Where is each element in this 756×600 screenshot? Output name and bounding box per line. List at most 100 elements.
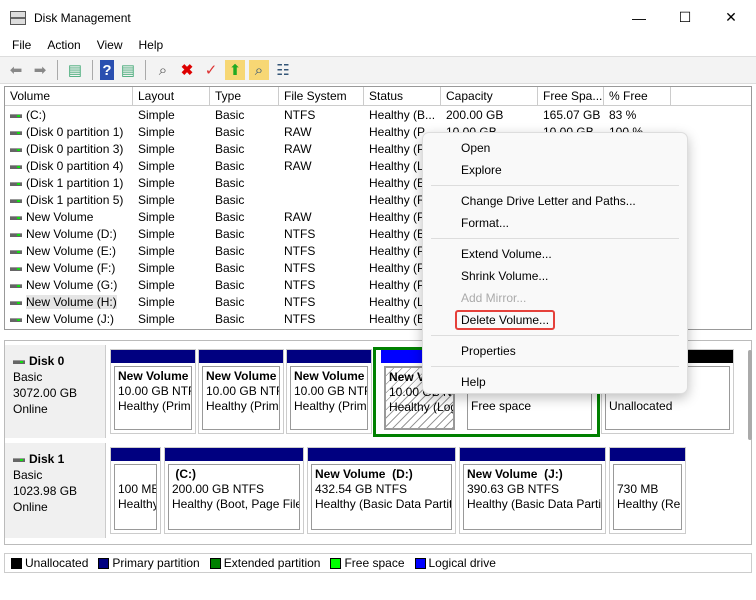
- console-tree-icon[interactable]: ▤: [65, 60, 85, 80]
- cell-text: Healthy (B...: [369, 108, 436, 122]
- drive-icon: [10, 249, 22, 254]
- scrollbar[interactable]: [748, 350, 752, 440]
- legend-label: Primary partition: [112, 556, 200, 570]
- partition-status: Healthy (Basic Data Partiti: [315, 497, 452, 511]
- cell-fs: RAW: [279, 141, 364, 158]
- cell-pct: 83 %: [604, 107, 671, 124]
- menu-item-delete-volume[interactable]: Delete Volume...: [423, 309, 687, 331]
- partition-block[interactable]: New Volume10.00 GB NTFSHealthy (Prim: [198, 349, 284, 434]
- partition-title: New Volume: [118, 369, 189, 383]
- cell-text: Simple: [138, 193, 175, 207]
- column-header-0[interactable]: Volume: [5, 87, 133, 106]
- cell-layout: Simple: [133, 141, 210, 158]
- cell-text: Basic: [215, 159, 245, 173]
- back-icon[interactable]: ⬅: [6, 60, 26, 80]
- cell-text: Healthy (P: [369, 142, 426, 156]
- partition-info: New Volume10.00 GB NTFSHealthy (Prim: [202, 366, 280, 430]
- cell-text: Basic: [215, 261, 245, 275]
- cell-text: Simple: [138, 261, 175, 275]
- action-pane-icon[interactable]: ▤: [118, 60, 138, 80]
- cell-layout: Simple: [133, 311, 210, 328]
- search-icon[interactable]: ⌕: [249, 60, 269, 80]
- legend-item: Logical drive: [414, 556, 496, 570]
- maximize-button[interactable]: ☐: [662, 0, 708, 35]
- column-header-5[interactable]: Capacity: [441, 87, 538, 106]
- partition-title: New Volume: [294, 369, 365, 383]
- properties-icon[interactable]: ☷: [273, 60, 293, 80]
- menu-item-explore[interactable]: Explore: [423, 159, 687, 181]
- toolbar: ⬅ ➡ ▤ ? ▤ ⌕ ✖ ✓ ⬆ ⌕ ☷: [0, 56, 756, 84]
- column-header-2[interactable]: Type: [210, 87, 279, 106]
- title-bar: Disk Management — ☐ ✕: [0, 0, 756, 35]
- table-row[interactable]: (C:) Simple Basic NTFS Healthy (B... 200.00 G…: [5, 107, 751, 124]
- cell-text: Basic: [215, 312, 245, 326]
- cell-name: (C:): [5, 107, 133, 124]
- menu-action[interactable]: Action: [39, 38, 88, 52]
- disk-name-text: Disk 1: [29, 452, 65, 466]
- column-header-6[interactable]: Free Spa...: [538, 87, 604, 106]
- partition-block[interactable]: (C:) 200.00 GB NTFS Healthy (Boot, Page Fi…: [164, 447, 304, 534]
- cell-text: RAW: [284, 210, 312, 224]
- legend-item: Unallocated: [11, 556, 88, 570]
- cell-text: Simple: [138, 278, 175, 292]
- minimize-button[interactable]: —: [616, 0, 662, 35]
- disk-label[interactable]: Disk 1 Basic 1023.98 GB Online: [5, 443, 106, 538]
- partition-block[interactable]: New Volume (D:) 432.54 GB NTFS Healthy (Ba…: [307, 447, 456, 534]
- drive-icon: [10, 317, 22, 322]
- menu-view[interactable]: View: [89, 38, 131, 52]
- check-icon[interactable]: ✓: [201, 60, 221, 80]
- menu-item-open[interactable]: Open: [423, 137, 687, 159]
- drive-icon: [10, 147, 22, 152]
- partition-color-bar: [111, 350, 195, 363]
- menu-item-shrink-volume[interactable]: Shrink Volume...: [423, 265, 687, 287]
- disk-management-icon: [10, 10, 26, 25]
- column-header-1[interactable]: Layout: [133, 87, 210, 106]
- column-header-4[interactable]: Status: [364, 87, 441, 106]
- partition-block[interactable]: New Volume (J:) 390.63 GB NTFS Healthy (Ba…: [459, 447, 606, 534]
- menu-item-format[interactable]: Format...: [423, 212, 687, 234]
- partition-block[interactable]: New Volume10.00 GB NTFSHealthy (Prim: [286, 349, 372, 434]
- cell-fs: RAW: [279, 124, 364, 141]
- cell-type: Basic: [210, 107, 279, 124]
- up-folder-icon[interactable]: ⬆: [225, 60, 245, 80]
- menu-item-help[interactable]: Help: [423, 371, 687, 393]
- partition-title: [617, 467, 678, 482]
- forward-icon[interactable]: ➡: [30, 60, 50, 80]
- cell-text: Simple: [138, 176, 175, 190]
- partition-info: New Volume (D:) 432.54 GB NTFS Healthy (Ba…: [311, 464, 452, 530]
- disk-size: 3072.00 GB: [13, 386, 78, 400]
- disk-icon: [13, 457, 25, 462]
- connect-drive-icon[interactable]: ⌕: [153, 60, 173, 80]
- cell-text: Simple: [138, 244, 175, 258]
- help-icon[interactable]: ?: [100, 60, 114, 80]
- legend-item: Primary partition: [98, 556, 200, 570]
- partition-block[interactable]: New Volume10.00 GB NTFSHealthy (Prim: [110, 349, 196, 434]
- cell-text: (C:): [26, 108, 46, 122]
- partition-block[interactable]: 730 MB Healthy (Re: [609, 447, 686, 534]
- close-button[interactable]: ✕: [708, 0, 754, 35]
- disk-label[interactable]: Disk 0 Basic 3072.00 GB Online: [5, 345, 106, 438]
- disk-state: Online: [13, 500, 48, 514]
- cell-fs: NTFS: [279, 226, 364, 243]
- menu-item-properties[interactable]: Properties: [423, 340, 687, 362]
- menu-item-extend-volume[interactable]: Extend Volume...: [423, 243, 687, 265]
- partition-block[interactable]: 100 MB Healthy: [110, 447, 161, 534]
- cell-fs: RAW: [279, 158, 364, 175]
- menu-item-change-drive-letter[interactable]: Change Drive Letter and Paths...: [423, 190, 687, 212]
- cell-name: (Disk 0 partition 4): [5, 158, 133, 175]
- cell-name: New Volume (G:): [5, 277, 133, 294]
- partition-title: (C:): [172, 467, 196, 481]
- partition-info: New Volume (J:) 390.63 GB NTFS Healthy (Ba…: [463, 464, 602, 530]
- column-header-7[interactable]: % Free: [604, 87, 671, 106]
- delete-icon[interactable]: ✖: [177, 60, 197, 80]
- cell-type: Basic: [210, 311, 279, 328]
- drive-icon: [10, 300, 22, 305]
- menu-file[interactable]: File: [4, 38, 39, 52]
- menu-help[interactable]: Help: [131, 38, 172, 52]
- partition-size: 200.00 GB NTFS: [172, 482, 265, 496]
- cell-text: New Volume (E:): [26, 244, 117, 258]
- cell-text: Basic: [215, 193, 245, 207]
- menu-item-add-mirror: Add Mirror...: [461, 291, 527, 305]
- cell-type: Basic: [210, 141, 279, 158]
- column-header-3[interactable]: File System: [279, 87, 364, 106]
